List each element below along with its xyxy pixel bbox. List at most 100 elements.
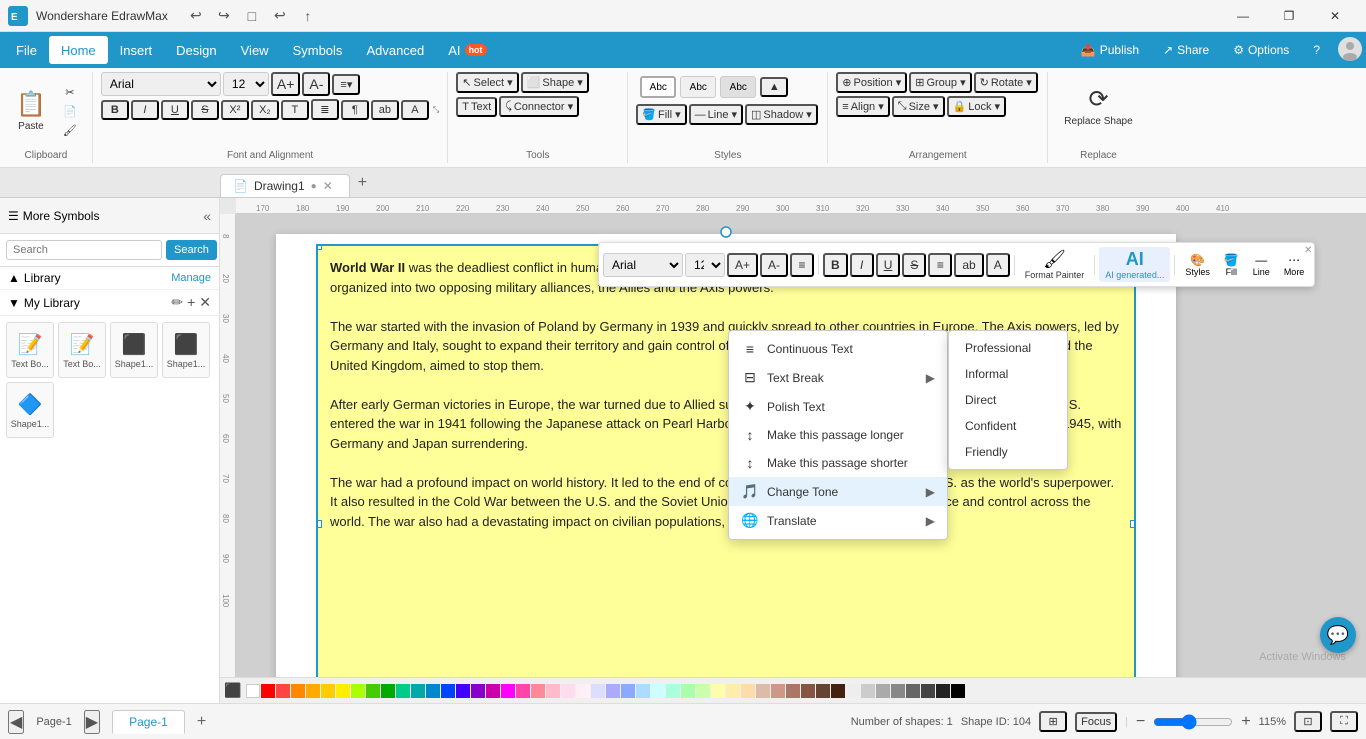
fit-page-btn[interactable]: ⊡ bbox=[1294, 711, 1322, 732]
color-swatch-gray1[interactable] bbox=[861, 684, 875, 698]
float-styles-btn[interactable]: 🎨 Styles bbox=[1179, 251, 1216, 279]
color-swatch-light-gray[interactable] bbox=[846, 684, 860, 698]
font-grow-btn[interactable]: A+ bbox=[271, 72, 301, 96]
group-btn[interactable]: ⊞ Group ▾ bbox=[909, 72, 971, 93]
rotate-btn[interactable]: ↻ Rotate ▾ bbox=[974, 72, 1038, 93]
float-line-btn[interactable]: — Line bbox=[1247, 251, 1276, 279]
my-library-close-btn[interactable]: ✕ bbox=[199, 294, 211, 311]
ai-generated-btn[interactable]: AI AI generated... bbox=[1099, 247, 1170, 282]
size-btn[interactable]: ⤡ Size ▾ bbox=[892, 96, 945, 117]
add-doc-btn[interactable]: + bbox=[350, 170, 375, 196]
my-library-add-btn[interactable]: + bbox=[187, 294, 195, 311]
color-swatch-yellow1[interactable] bbox=[321, 684, 335, 698]
color-swatch-cream[interactable] bbox=[726, 684, 740, 698]
style-swatch-3[interactable]: Abc bbox=[720, 76, 756, 98]
connector-btn[interactable]: ⤹ Connector ▾ bbox=[499, 96, 579, 117]
color-swatch-orange1[interactable] bbox=[291, 684, 305, 698]
color-swatch-lime[interactable] bbox=[351, 684, 365, 698]
thumbnail-4[interactable]: ⬛ Shape1... bbox=[162, 322, 210, 378]
menu-file[interactable]: File bbox=[4, 36, 49, 64]
share-btn[interactable]: ↗ Share bbox=[1153, 39, 1219, 61]
manage-btn[interactable]: Manage bbox=[171, 272, 211, 284]
color-swatch-gray3[interactable] bbox=[891, 684, 905, 698]
thumbnail-1[interactable]: 📝 Text Bo... bbox=[6, 322, 54, 378]
thumbnail-3[interactable]: ⬛ Shape1... bbox=[110, 322, 158, 378]
font-expand-btn[interactable]: ⤡ bbox=[433, 105, 439, 115]
color-swatch-dark-gray[interactable] bbox=[921, 684, 935, 698]
subscript-btn[interactable]: X₂ bbox=[251, 100, 279, 120]
zoom-slider[interactable] bbox=[1153, 714, 1233, 730]
color-swatch-orange2[interactable] bbox=[306, 684, 320, 698]
undo-btn[interactable]: ↩ bbox=[184, 6, 208, 26]
format-painter-btn[interactable]: 🖌 Format Painter bbox=[1019, 247, 1091, 282]
color-swatch-teal[interactable] bbox=[396, 684, 410, 698]
float-toolbar-close[interactable]: ✕ bbox=[1304, 245, 1312, 256]
tone-direct[interactable]: Direct bbox=[949, 387, 1067, 413]
color-swatch-lilac[interactable] bbox=[591, 684, 605, 698]
bold-btn[interactable]: B bbox=[101, 100, 129, 120]
doc-tab-close[interactable]: ✕ bbox=[323, 179, 333, 193]
font-family-select[interactable]: Arial bbox=[101, 72, 221, 96]
color-swatch-red1[interactable] bbox=[261, 684, 275, 698]
font-shrink-btn[interactable]: A- bbox=[302, 72, 330, 96]
menu-ai[interactable]: AI hot bbox=[436, 36, 498, 64]
float-size-select[interactable]: 12 bbox=[685, 253, 725, 277]
text-style-btn[interactable]: T bbox=[281, 100, 309, 120]
thumbnail-5[interactable]: 🔷 Shape1... bbox=[6, 382, 54, 438]
color-swatch-brown2[interactable] bbox=[786, 684, 800, 698]
color-swatch-green1[interactable] bbox=[366, 684, 380, 698]
sidebar-collapse-btn[interactable]: « bbox=[203, 208, 211, 224]
shape-btn[interactable]: ⬜ Shape ▾ bbox=[521, 72, 589, 93]
page-nav-left[interactable]: ◀ bbox=[8, 710, 24, 734]
text-box[interactable]: World War II was the deadliest conflict … bbox=[316, 244, 1136, 703]
superscript-btn[interactable]: X² bbox=[221, 100, 249, 120]
text-btn[interactable]: T Text bbox=[456, 97, 497, 117]
chatbot-btn[interactable]: 💬 bbox=[1320, 617, 1356, 653]
page-nav-right[interactable]: ▶ bbox=[84, 710, 100, 734]
color-swatch-blue2[interactable] bbox=[441, 684, 455, 698]
color-swatch-blue1[interactable] bbox=[426, 684, 440, 698]
float-highlight-btn[interactable]: ab bbox=[954, 253, 983, 277]
menu-insert[interactable]: Insert bbox=[108, 36, 165, 64]
color-swatch-pink2[interactable] bbox=[531, 684, 545, 698]
float-italic-btn[interactable]: I bbox=[850, 253, 874, 277]
ctx-make-shorter[interactable]: ↕ Make this passage shorter bbox=[729, 449, 947, 477]
tone-professional[interactable]: Professional bbox=[949, 335, 1067, 361]
copy-format-btn[interactable]: 🖌 bbox=[56, 122, 84, 139]
color-swatch-pink[interactable] bbox=[516, 684, 530, 698]
color-swatch-sky[interactable] bbox=[621, 684, 635, 698]
tone-friendly[interactable]: Friendly bbox=[949, 439, 1067, 465]
style-swatch-2[interactable]: Abc bbox=[680, 76, 716, 98]
menu-advanced[interactable]: Advanced bbox=[354, 36, 436, 64]
maximize-btn[interactable]: ❐ bbox=[1266, 0, 1312, 32]
user-avatar[interactable] bbox=[1338, 37, 1362, 64]
page-tab-1[interactable]: Page-1 bbox=[112, 710, 185, 734]
menu-design[interactable]: Design bbox=[164, 36, 228, 64]
color-swatch-brown3[interactable] bbox=[801, 684, 815, 698]
options-btn[interactable]: ⚙ Options bbox=[1223, 39, 1299, 61]
menu-symbols[interactable]: Symbols bbox=[281, 36, 355, 64]
color-swatch-peach[interactable] bbox=[741, 684, 755, 698]
float-underline-btn[interactable]: U bbox=[876, 253, 901, 277]
save-btn[interactable]: ↩ bbox=[268, 6, 292, 26]
color-swatch-magenta[interactable] bbox=[501, 684, 515, 698]
color-swatch-green2[interactable] bbox=[381, 684, 395, 698]
position-btn[interactable]: ⊕ Position ▾ bbox=[836, 72, 907, 93]
font-color-btn[interactable]: A bbox=[401, 100, 429, 120]
color-swatch-light-pink[interactable] bbox=[546, 684, 560, 698]
lock-btn[interactable]: 🔒 Lock ▾ bbox=[947, 96, 1007, 117]
new-btn[interactable]: □ bbox=[240, 6, 264, 26]
float-shrink-btn[interactable]: A- bbox=[760, 253, 788, 277]
color-swatch-red2[interactable] bbox=[276, 684, 290, 698]
search-btn[interactable]: Search bbox=[166, 240, 217, 260]
minimize-btn[interactable]: — bbox=[1220, 0, 1266, 32]
publish-btn[interactable]: 📤 Publish bbox=[1071, 39, 1149, 61]
tone-informal[interactable]: Informal bbox=[949, 361, 1067, 387]
float-fill-btn[interactable]: 🪣 Fill bbox=[1218, 251, 1245, 279]
redo-btn[interactable]: ↪ bbox=[212, 6, 236, 26]
strikethrough-btn[interactable]: S bbox=[191, 100, 219, 120]
color-swatch-lighter-pink[interactable] bbox=[561, 684, 575, 698]
ctx-continuous-text[interactable]: ≡ Continuous Text bbox=[729, 335, 947, 363]
float-strike-btn[interactable]: S bbox=[902, 253, 926, 277]
underline-btn[interactable]: U bbox=[161, 100, 189, 120]
